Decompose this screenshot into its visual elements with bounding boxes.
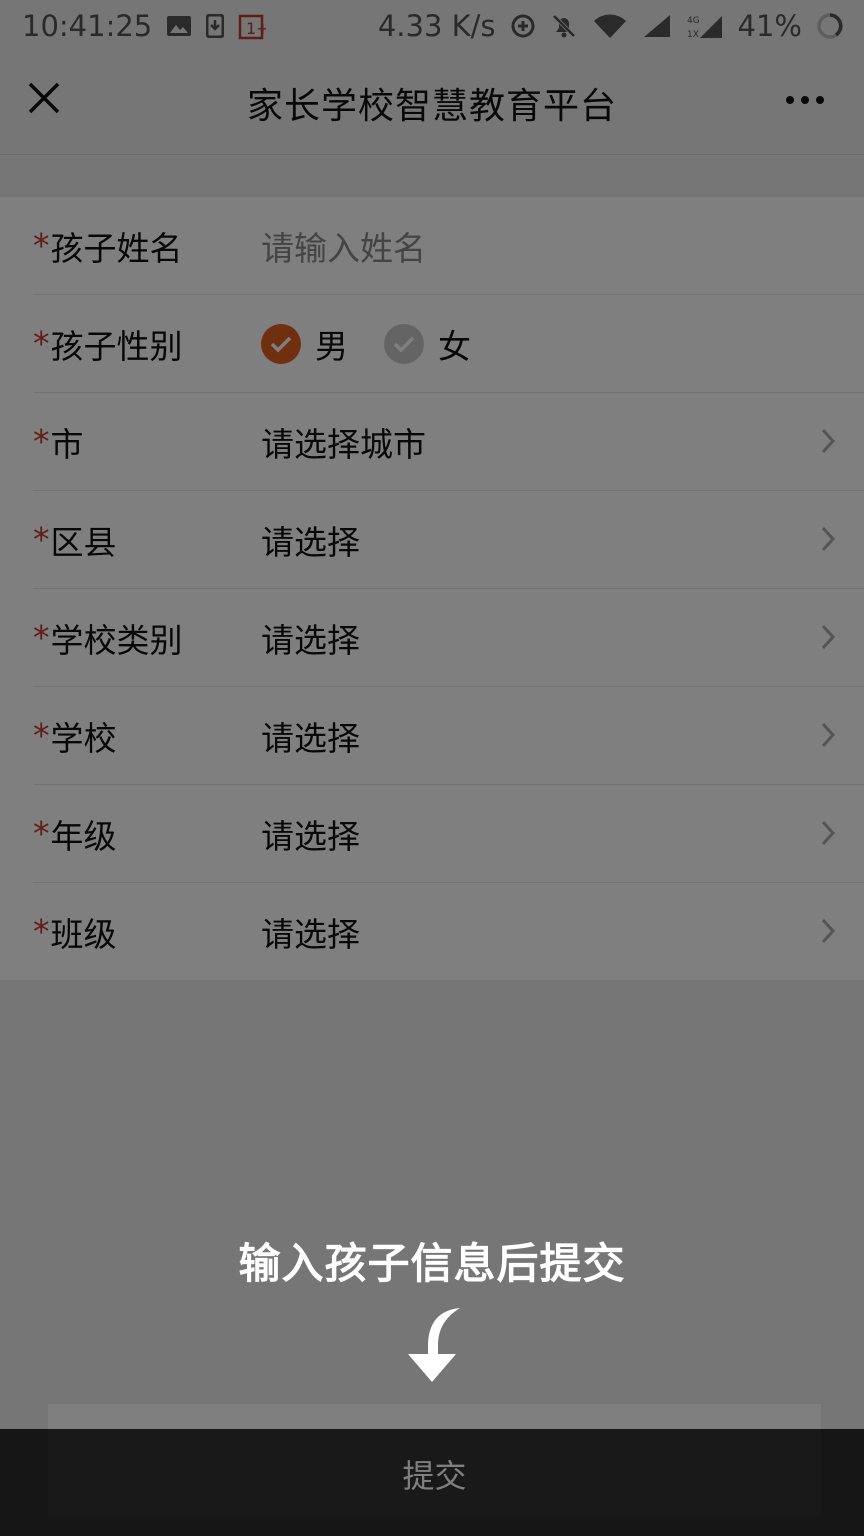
status-bar-left: 10:41:25 1+ [22, 9, 266, 43]
status-time: 10:41:25 [22, 9, 153, 43]
status-bar: 10:41:25 1+ 4.33 K/s 4G 1X 41% [0, 0, 864, 52]
form-row-class[interactable]: * 班级 请选择 [33, 883, 864, 980]
mute-bell-icon [550, 12, 578, 40]
gender-option-male: 男 [315, 326, 348, 366]
city-label: * 市 [33, 422, 84, 464]
battery-percent: 41% [737, 9, 802, 43]
gender-label: * 孩子性别 [33, 324, 183, 366]
class-select[interactable]: 请选择 [261, 908, 360, 956]
school-label: * 学校 [33, 716, 117, 758]
nav-bar: 家长学校智慧教育平台 [0, 52, 864, 155]
school-type-select[interactable]: 请选择 [261, 614, 360, 662]
child-info-form: * 孩子姓名 请输入姓名 * 孩子性别 男 女 * 市 请选择城市 * 区县 请选择 *… [0, 197, 864, 980]
check-icon [261, 323, 301, 364]
gender-option-female: 女 [438, 326, 471, 366]
carrier-text: 1+ [246, 19, 266, 38]
required-mark: * [33, 814, 50, 853]
net-speed: 4.33 K/s [377, 9, 496, 43]
download-icon [206, 14, 225, 38]
page-title: 家长学校智慧教育平台 [246, 86, 617, 127]
form-row-gender: * 孩子性别 男 女 [33, 295, 864, 393]
wifi-icon [592, 13, 628, 39]
required-mark: * [33, 912, 50, 951]
form-row-city[interactable]: * 市 请选择城市 [33, 393, 864, 491]
form-row-name[interactable]: * 孩子姓名 请输入姓名 [33, 197, 864, 295]
name-label: * 孩子姓名 [33, 226, 183, 268]
chevron-right-icon [814, 819, 842, 847]
battery-icon [816, 12, 844, 40]
district-label: * 区县 [33, 520, 117, 562]
form-row-school[interactable]: * 学校 请选择 [33, 687, 864, 785]
required-mark: * [33, 226, 50, 265]
required-mark: * [33, 618, 50, 657]
svg-text:1X: 1X [687, 30, 699, 40]
signal-icon [642, 13, 672, 39]
required-mark: * [33, 324, 50, 363]
oneplus-icon: 1+ [238, 12, 266, 40]
gender-radio-female[interactable]: 女 [384, 320, 471, 368]
chevron-right-icon [814, 427, 842, 455]
chevron-right-icon [814, 525, 842, 553]
more-icon[interactable] [786, 96, 824, 104]
check-icon [384, 323, 424, 364]
chevron-right-icon [814, 917, 842, 945]
gender-radio-male[interactable]: 男 [261, 320, 348, 368]
network-type-icon: 4G 1X [686, 12, 724, 40]
city-select[interactable]: 请选择城市 [261, 418, 426, 466]
name-input[interactable]: 请输入姓名 [261, 222, 426, 270]
grade-select[interactable]: 请选择 [261, 810, 360, 858]
data-saver-icon [510, 13, 536, 39]
submit-button[interactable]: 提交 [48, 1429, 821, 1518]
school-select[interactable]: 请选择 [261, 712, 360, 760]
form-row-district[interactable]: * 区县 请选择 [33, 491, 864, 589]
image-icon [166, 15, 192, 37]
required-mark: * [33, 520, 50, 559]
school-type-label: * 学校类别 [33, 618, 183, 660]
close-icon[interactable] [26, 80, 62, 116]
curved-arrow-down-icon [398, 1302, 468, 1386]
required-mark: * [33, 422, 50, 461]
district-select[interactable]: 请选择 [261, 516, 360, 564]
required-mark: * [33, 716, 50, 755]
svg-text:4G: 4G [687, 16, 700, 26]
form-row-grade[interactable]: * 年级 请选择 [33, 785, 864, 883]
status-bar-right: 4.33 K/s 4G 1X 41% [378, 9, 844, 43]
class-label: * 班级 [33, 912, 117, 954]
grade-label: * 年级 [33, 814, 117, 856]
guide-hint-text: 输入孩子信息后提交 [238, 1239, 626, 1288]
chevron-right-icon [814, 721, 842, 749]
chevron-right-icon [814, 623, 842, 651]
form-row-school-type[interactable]: * 学校类别 请选择 [33, 589, 864, 687]
